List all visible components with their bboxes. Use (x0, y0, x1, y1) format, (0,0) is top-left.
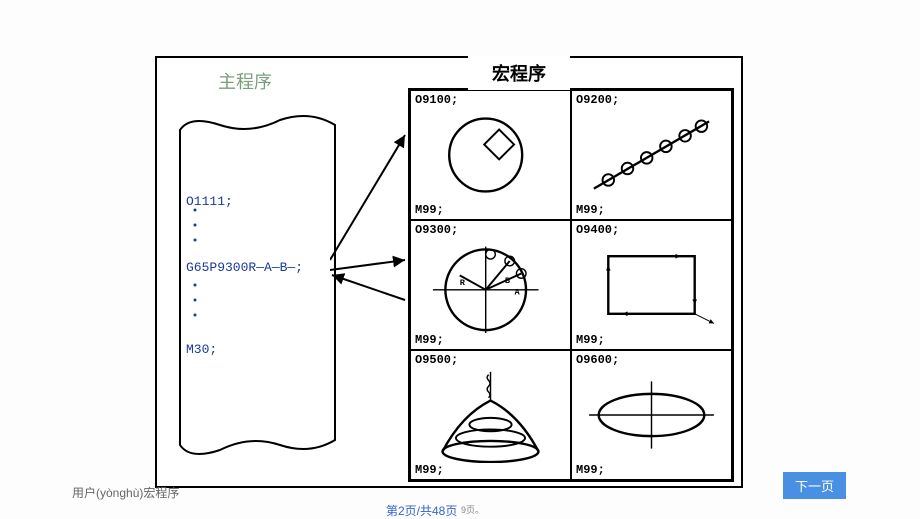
cell-end: M99; (415, 203, 444, 217)
macro-cell-9200: O9200; M99; (571, 90, 732, 220)
page-indicator[interactable]: 第2页/共48页 (386, 502, 457, 519)
cell-prog-num: O9200; (576, 93, 619, 107)
cell-prog-num: O9500; (415, 353, 458, 367)
cell-prog-num: O9600; (576, 353, 619, 367)
cell-end: M99; (415, 463, 444, 477)
macro-cell-9300: O9300; R B A M99; (410, 220, 571, 350)
cell-end: M99; (576, 203, 605, 217)
footer-fragment: 9页。 (461, 503, 484, 516)
prog-number: O1111; (186, 194, 233, 209)
spiral-cone-icon (411, 367, 570, 463)
macro-cell-9100: O9100; M99; (410, 90, 571, 220)
cell-end: M99; (415, 333, 444, 347)
rect-cycle-icon (572, 237, 731, 333)
prog-call-line: G65P9300R—A—B—; (186, 260, 303, 275)
ellipse-icon (572, 367, 731, 463)
main-program-label: 主程序 (206, 64, 284, 98)
macro-cell-9400: O9400; M99; (571, 220, 732, 350)
main-program-scroll (170, 110, 350, 460)
bolt-circle-icon (411, 107, 570, 203)
svg-text:B: B (505, 276, 510, 286)
call-arrows (330, 130, 410, 330)
cell-end: M99; (576, 333, 605, 347)
prog-end: M30; (186, 342, 217, 357)
cell-end: M99; (576, 463, 605, 477)
macro-program-label: 宏程序 (468, 56, 570, 90)
cell-prog-num: O9100; (415, 93, 458, 107)
line-holes-icon (572, 107, 731, 203)
arc-pattern-icon: R B A (411, 237, 570, 333)
cell-prog-num: O9400; (576, 223, 619, 237)
macro-grid: O9100; M99; O9200; M99; O9300; (408, 88, 734, 482)
cell-prog-num: O9300; (415, 223, 458, 237)
svg-text:R: R (460, 278, 466, 288)
footer-title: 用户(yònghù)宏程序 (72, 484, 179, 501)
macro-cell-9600: O9600; M99; (571, 350, 732, 480)
svg-text:A: A (515, 288, 521, 298)
macro-cell-9500: O9500; M99; (410, 350, 571, 480)
next-page-button[interactable]: 下一页 (783, 472, 846, 499)
